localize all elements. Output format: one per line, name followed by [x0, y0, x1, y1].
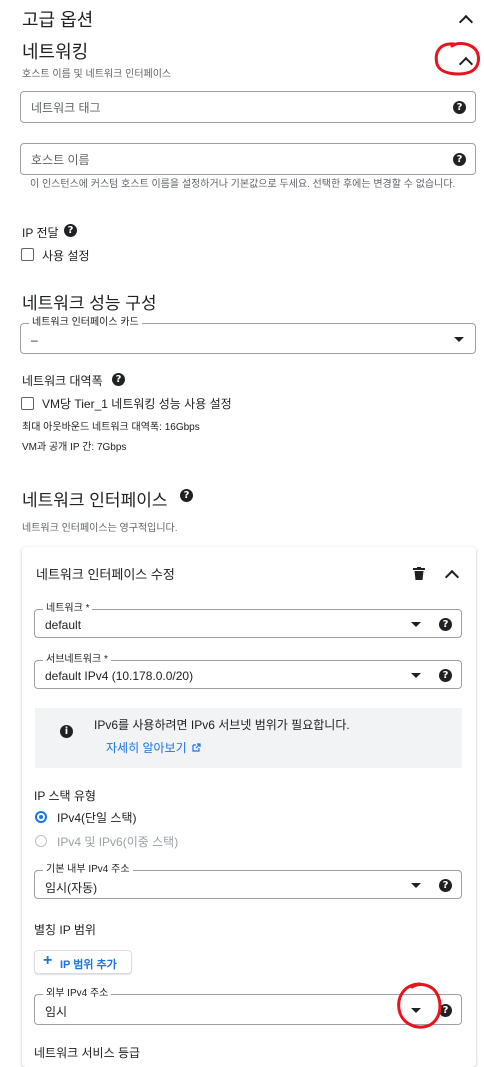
network-tags-placeholder: 네트워크 태그	[31, 101, 101, 115]
ip-stack-label: IP 스택 유형	[34, 789, 96, 803]
hostname-placeholder: 호스트 이름	[31, 153, 90, 167]
network-label: 네트워크 *	[43, 603, 93, 615]
help-icon[interactable]: ?	[453, 153, 466, 166]
nic-label: 네트워크 인터페이스 카드	[29, 317, 142, 329]
dropdown-caret-icon	[411, 883, 421, 888]
ip-forwarding-label: IP 전달	[22, 226, 59, 240]
interfaces-subtitle: 네트워크 인터페이스는 영구적입니다.	[22, 523, 178, 534]
edit-interface-title: 네트워크 인터페이스 수정	[36, 567, 175, 582]
learn-more-link-label: 자세히 알아보기	[106, 741, 187, 755]
nic-select[interactable]: 네트워크 인터페이스 카드 –	[20, 317, 476, 354]
ipv6-info-box: i IPv6를 사용하려면 IPv6 서브넷 범위가 필요합니다. 자세히 알아…	[35, 708, 462, 768]
networking-title: 네트워킹	[22, 42, 89, 62]
help-icon[interactable]: ?	[180, 489, 193, 502]
help-icon[interactable]: ?	[439, 879, 452, 892]
networking-subtitle: 호스트 이름 및 네트워크 인터페이스	[22, 69, 172, 80]
annotation-circle	[397, 982, 442, 1029]
ip-forwarding-checkbox-label: 사용 설정	[42, 249, 90, 263]
help-icon[interactable]: ?	[439, 618, 452, 631]
dropdown-caret-icon	[411, 622, 421, 627]
radio-ipv4-ipv6-dual-label: IPv4 및 IPv6(이중 스택)	[57, 835, 179, 849]
tier1-checkbox-label: VM당 Tier_1 네트워킹 성능 사용 설정	[42, 397, 232, 411]
external-link-icon	[192, 743, 201, 752]
network-tags-field[interactable]: 네트워크 태그 ?	[20, 91, 476, 123]
learn-more-link[interactable]: 자세히 알아보기	[106, 739, 201, 756]
dropdown-caret-icon	[411, 673, 421, 678]
alias-ip-label: 별칭 IP 범위	[34, 923, 96, 937]
max-outbound-text: 최대 아웃바운드 네트워크 대역폭: 16Gbps	[22, 422, 200, 433]
performance-title: 네트워크 성능 구성	[22, 294, 157, 313]
ipv6-info-text: IPv6를 사용하려면 IPv6 서브넷 범위가 필요합니다.	[94, 718, 350, 732]
internal-ipv4-label: 기본 내부 IPv4 주소	[43, 864, 133, 876]
collapse-card-icon[interactable]	[444, 569, 460, 585]
help-icon[interactable]: ?	[112, 373, 125, 386]
subnetwork-select[interactable]: 서브네트워크 * default IPv4 (10.178.0.0/20) ?	[34, 654, 462, 689]
external-ipv4-value: 임시	[45, 1005, 68, 1019]
annotation-circle	[434, 42, 480, 76]
help-icon[interactable]: ?	[64, 224, 77, 237]
interfaces-title: 네트워크 인터페이스	[22, 491, 168, 510]
tier1-checkbox[interactable]	[21, 397, 34, 410]
help-icon[interactable]: ?	[439, 669, 452, 682]
nic-value: –	[31, 333, 38, 347]
network-value: default	[45, 618, 82, 632]
internal-ipv4-value: 임시(자동)	[45, 881, 98, 895]
internal-ipv4-select[interactable]: 기본 내부 IPv4 주소 임시(자동) ?	[34, 864, 462, 899]
radio-ipv4-single-label: IPv4(단일 스택)	[57, 811, 137, 825]
external-ipv4-label: 외부 IPv4 주소	[43, 988, 112, 1000]
service-tier-label: 네트워크 서비스 등급	[34, 1046, 141, 1060]
plus-icon: +	[43, 952, 53, 969]
info-icon: i	[60, 725, 73, 738]
dropdown-caret-icon	[454, 337, 464, 342]
add-ip-range-button[interactable]: + IP 범위 추가	[34, 950, 132, 974]
subnetwork-label: 서브네트워크 *	[43, 654, 111, 666]
edit-interface-card: 네트워크 인터페이스 수정 네트워크 * default ? 서브네트워크 * …	[22, 547, 476, 1067]
delete-icon[interactable]	[413, 567, 425, 580]
bandwidth-label: 네트워크 대역폭	[22, 374, 103, 388]
hostname-field[interactable]: 호스트 이름 ?	[20, 143, 476, 175]
collapse-advanced-icon[interactable]	[458, 14, 474, 30]
ip-forwarding-checkbox[interactable]	[21, 248, 34, 261]
network-select[interactable]: 네트워크 * default ?	[34, 603, 462, 638]
subnetwork-value: default IPv4 (10.178.0.0/20)	[45, 669, 194, 683]
hostname-helper-text: 이 인스턴스에 커스텀 호스트 이름을 설정하거나 기본값으로 두세요. 선택한…	[30, 179, 456, 190]
help-icon[interactable]: ?	[453, 101, 466, 114]
advanced-options-title: 고급 옵션	[22, 10, 94, 30]
radio-ipv4-single[interactable]	[35, 811, 47, 823]
vm-public-text: VM과 공개 IP 간: 7Gbps	[22, 442, 127, 453]
add-ip-range-label: IP 범위 추가	[60, 959, 117, 971]
radio-ipv4-ipv6-dual[interactable]	[35, 835, 47, 847]
